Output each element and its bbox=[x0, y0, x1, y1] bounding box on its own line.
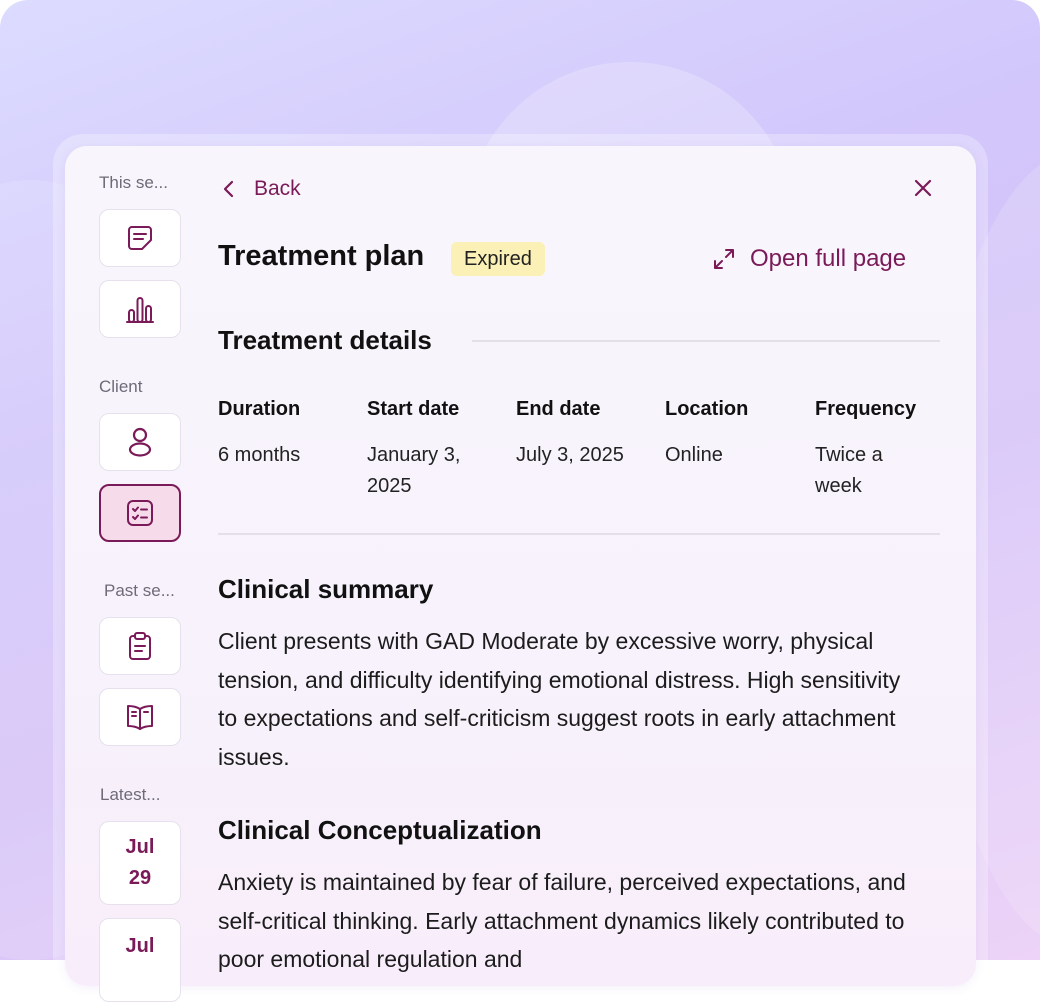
checklist-icon bbox=[127, 500, 153, 526]
book-icon bbox=[127, 705, 153, 730]
open-full-page-label: Open full page bbox=[750, 245, 907, 272]
back-label: Back bbox=[254, 177, 301, 200]
start-date-label: Start date bbox=[367, 398, 460, 420]
clinical-conceptualization-heading: Clinical Conceptualization bbox=[218, 815, 542, 845]
duration-value: 6 months bbox=[218, 444, 301, 466]
clinical-summary-text: Client presents with GAD Moderate by exc… bbox=[218, 628, 901, 770]
duration-label: Duration bbox=[218, 398, 301, 420]
treatment-plan-button[interactable] bbox=[99, 484, 181, 542]
past-sessions-button[interactable] bbox=[99, 617, 181, 675]
sidebar-section-past-sessions: Past se... bbox=[104, 581, 175, 600]
location-value: Online bbox=[665, 444, 723, 466]
frequency-label: Frequency bbox=[815, 398, 917, 420]
frequency-value: Twice a week bbox=[815, 444, 883, 497]
expand-icon bbox=[714, 249, 734, 269]
clinical-summary-heading: Clinical summary bbox=[218, 574, 434, 604]
clipboard-icon bbox=[129, 632, 151, 660]
divider bbox=[472, 340, 940, 342]
sidebar-section-client: Client bbox=[99, 377, 143, 396]
date-month: Jul bbox=[125, 836, 155, 858]
close-icon[interactable] bbox=[910, 175, 936, 201]
session-notes-button[interactable] bbox=[99, 209, 181, 267]
divider bbox=[218, 533, 940, 535]
note-icon bbox=[128, 226, 152, 250]
latest-session-date[interactable]: Jul bbox=[99, 918, 181, 1002]
session-analytics-button[interactable] bbox=[99, 280, 181, 338]
sidebar-section-latest: Latest... bbox=[100, 785, 161, 804]
end-date-label: End date bbox=[516, 398, 601, 420]
client-profile-button[interactable] bbox=[99, 413, 181, 471]
date-month: Jul bbox=[125, 935, 155, 957]
bar-chart-icon bbox=[126, 297, 154, 323]
status-badge: Expired bbox=[451, 242, 545, 276]
journal-button[interactable] bbox=[99, 688, 181, 746]
end-date-value: July 3, 2025 bbox=[516, 444, 624, 466]
latest-session-date[interactable]: Jul 29 bbox=[99, 821, 181, 905]
open-full-page-button[interactable]: Open full page bbox=[712, 242, 906, 276]
back-button[interactable]: Back bbox=[218, 174, 301, 204]
clinical-conceptualization-text: Anxiety is maintained by fear of failure… bbox=[218, 869, 906, 972]
page-title: Treatment plan bbox=[218, 240, 425, 272]
sidebar-section-this-session: This se... bbox=[99, 173, 168, 192]
chevron-left-icon bbox=[223, 180, 234, 198]
start-date-value: January 3, 2025 bbox=[367, 444, 461, 497]
date-day: 29 bbox=[128, 867, 152, 889]
user-icon bbox=[128, 427, 152, 457]
location-label: Location bbox=[665, 398, 749, 420]
treatment-details-heading: Treatment details bbox=[218, 325, 432, 355]
